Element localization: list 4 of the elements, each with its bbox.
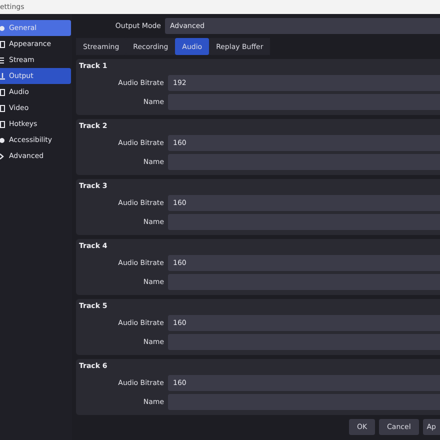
square-icon [0, 88, 6, 96]
square-icon [0, 120, 6, 128]
square-icon [0, 40, 6, 48]
square-icon [0, 104, 6, 112]
